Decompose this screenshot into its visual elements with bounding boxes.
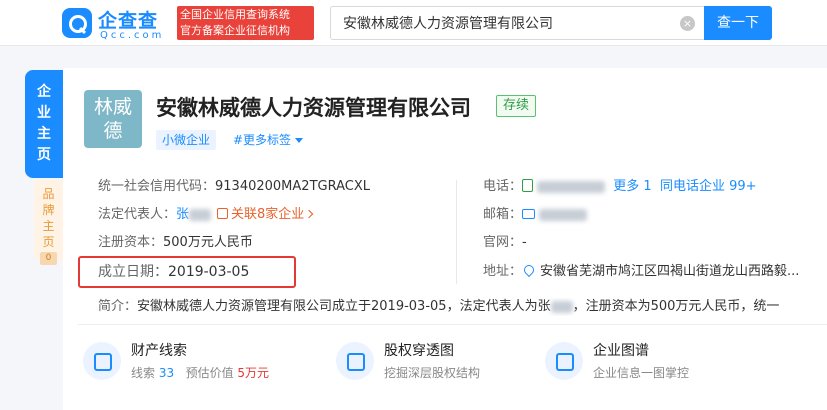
redacted-phone bbox=[537, 180, 606, 193]
credit-code-value[interactable]: 91340200MA2TGRACXL bbox=[215, 179, 370, 194]
tab-home-char: 业 bbox=[37, 105, 51, 121]
tab-home-char: 企 bbox=[37, 84, 51, 100]
capital-label: 注册资本： bbox=[98, 235, 164, 250]
company-avatar: 林威 德 bbox=[84, 90, 142, 148]
phone-icon bbox=[522, 179, 534, 192]
same-phone-link[interactable]: 同电话企业 99+ bbox=[660, 179, 757, 194]
tab-home-char: 页 bbox=[37, 147, 51, 163]
search-box: × bbox=[330, 6, 704, 40]
feature-title: 财产线索 bbox=[131, 343, 187, 359]
company-name: 安徽林威德人力资源管理有限公司 bbox=[156, 96, 471, 120]
brand-count-badge: 0 bbox=[40, 252, 57, 265]
magnifier-logo-icon bbox=[62, 8, 92, 38]
legal-rep-row: 法定代表人：张 关联8家企业 bbox=[98, 206, 314, 224]
brief-text-1: 安徽林威德人力资源管理有限公司成立于2019-03-05，法定代表人为张 bbox=[137, 299, 551, 314]
clear-icon[interactable]: × bbox=[680, 16, 695, 31]
feature-sub: 企业信息一图掌控 bbox=[593, 366, 690, 380]
avatar-text-2: 德 bbox=[103, 120, 123, 142]
search-input[interactable] bbox=[331, 7, 704, 39]
map-pin-icon bbox=[521, 262, 537, 278]
tab-brand-char: 主 bbox=[42, 219, 55, 233]
value-label: 预估价值 bbox=[185, 366, 234, 380]
clues-count: 33 bbox=[158, 366, 175, 380]
credit-code-row: 统一社会信用代码：91340200MA2TGRACXL bbox=[98, 178, 370, 196]
more-tags-dropdown[interactable]: #更多标签 bbox=[233, 130, 303, 150]
relation-icon bbox=[217, 208, 229, 219]
enterprise-graph-icon bbox=[545, 342, 583, 380]
founded-highlight-box bbox=[78, 256, 296, 288]
search-button[interactable]: 查一下 bbox=[704, 6, 772, 40]
property-clues-icon bbox=[83, 342, 121, 380]
address-row: 地址： 安徽省芜湖市鸠江区四褐山街道龙山西路毅... bbox=[483, 262, 799, 281]
slogan-line-1: 全国企业信用查询系统 bbox=[180, 8, 290, 21]
avatar-text-1: 林威 bbox=[93, 96, 132, 118]
tab-home-char: 主 bbox=[37, 126, 51, 142]
brief-text-2: ，注册资本为500万元人民币，统一 bbox=[572, 299, 780, 314]
credit-code-label: 统一社会信用代码： bbox=[98, 179, 216, 194]
slogan-line-2: 官方备案企业征信机构 bbox=[180, 24, 290, 37]
tab-brand-char: 品 bbox=[42, 187, 55, 201]
email-label: 邮箱： bbox=[483, 207, 523, 222]
redacted-brief-name bbox=[550, 300, 573, 313]
estimated-value: 5万元 bbox=[237, 366, 270, 380]
website-label: 官网： bbox=[483, 235, 523, 250]
company-brief: 简介：安徽林威德人力资源管理有限公司成立于2019-03-05，法定代表人为张 ，… bbox=[98, 298, 827, 316]
logo-en-text: Qcc.com bbox=[100, 30, 165, 41]
feature-title: 企业图谱 bbox=[593, 343, 649, 359]
capital-value: 500万元人民币 bbox=[163, 235, 253, 250]
chevron-right-icon bbox=[305, 209, 314, 219]
tab-brand-char: 牌 bbox=[42, 203, 55, 217]
address-value[interactable]: 安徽省芜湖市鸠江区四褐山街道龙山西路毅... bbox=[540, 264, 799, 279]
related-companies-link[interactable]: 关联8家企业 bbox=[231, 207, 304, 222]
section-divider bbox=[78, 324, 827, 325]
phone-row: 电话： 更多 1 同电话企业 99+ bbox=[483, 178, 757, 196]
legal-rep-link[interactable]: 张 bbox=[176, 207, 189, 222]
logo-cn-text: 企查查 bbox=[98, 10, 159, 32]
tab-brand-char: 页 bbox=[42, 235, 55, 249]
phone-label: 电话： bbox=[483, 179, 523, 194]
tab-brand-home[interactable]: 品 牌 主 页 0 bbox=[34, 180, 63, 265]
clues-label: 线索 bbox=[131, 366, 156, 380]
feature-title: 股权穿透图 bbox=[384, 343, 454, 359]
slogan-banner: 全国企业信用查询系统 官方备案企业征信机构 bbox=[177, 6, 314, 40]
legal-rep-label: 法定代表人： bbox=[98, 207, 177, 222]
company-card: 林威 德 安徽林威德人力资源管理有限公司 存续 小微企业 #更多标签 统一社会信… bbox=[63, 68, 827, 410]
phone-more-link[interactable]: 更多 1 bbox=[613, 179, 651, 194]
tag-small-enterprise[interactable]: 小微企业 bbox=[156, 130, 217, 150]
address-label: 地址： bbox=[483, 264, 523, 279]
feature-sub: 线索 33 预估价值 5万元 bbox=[131, 364, 269, 381]
capital-row: 注册资本：500万元人民币 bbox=[98, 234, 253, 252]
qcc-logo[interactable]: 企查查 Qcc.com bbox=[62, 6, 174, 41]
mail-icon bbox=[522, 209, 536, 219]
website-value: - bbox=[522, 235, 527, 250]
redacted-email bbox=[539, 208, 588, 221]
equity-structure-icon bbox=[336, 342, 374, 380]
top-header: 企查查 Qcc.com 全国企业信用查询系统 官方备案企业征信机构 × 查一下 bbox=[0, 0, 827, 46]
brief-label: 简介： bbox=[98, 299, 138, 314]
feature-sub: 挖掘深层股权结构 bbox=[384, 366, 481, 380]
redacted-name bbox=[189, 208, 212, 221]
website-row: 官网：- bbox=[483, 234, 527, 252]
column-divider bbox=[456, 180, 457, 284]
status-badge: 存续 bbox=[496, 95, 537, 117]
email-row: 邮箱： bbox=[483, 206, 588, 224]
tab-company-home[interactable]: 企 业 主 页 bbox=[25, 70, 63, 178]
